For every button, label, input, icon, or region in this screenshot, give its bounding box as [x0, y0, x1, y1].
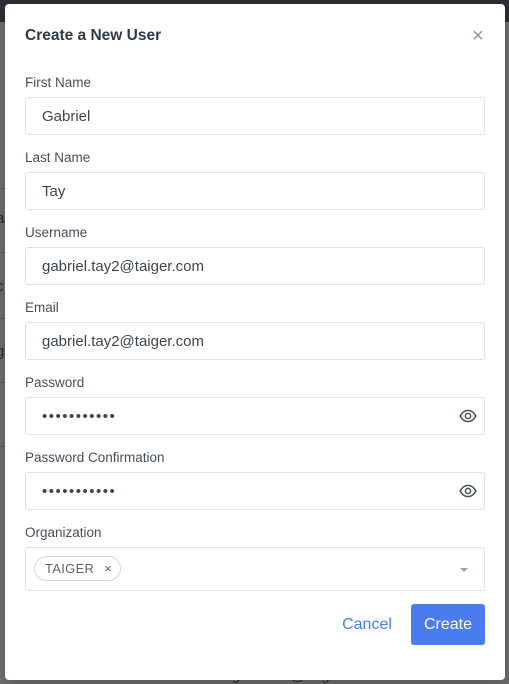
password-field: Password [25, 375, 485, 435]
create-user-dialog: Create a New User × First Name Last Name… [5, 4, 505, 680]
email-input[interactable] [26, 323, 484, 359]
last-name-field: Last Name [25, 150, 485, 210]
background-row-fragment: a [0, 210, 5, 227]
first-name-field: First Name [25, 75, 485, 135]
last-name-input-box [25, 172, 485, 210]
first-name-input[interactable] [26, 98, 484, 134]
password-confirmation-field: Password Confirmation [25, 450, 485, 510]
password-confirmation-input-box [25, 472, 485, 510]
caret-down-icon[interactable] [460, 568, 468, 572]
email-field: Email [25, 300, 485, 360]
dialog-title: Create a New User [25, 27, 162, 44]
eye-icon[interactable] [459, 407, 477, 425]
organization-label: Organization [25, 525, 102, 540]
organization-field: Organization TAIGER × [25, 525, 485, 591]
username-label: Username [25, 225, 88, 240]
last-name-input[interactable] [26, 173, 484, 209]
cancel-button[interactable]: Cancel [331, 605, 403, 645]
username-input-box [25, 247, 485, 285]
background-row-fragment: g [0, 343, 5, 360]
eye-icon[interactable] [459, 482, 477, 500]
tag-remove-icon[interactable]: × [104, 562, 112, 575]
organization-select[interactable]: TAIGER × [25, 547, 485, 591]
password-confirmation-input[interactable] [26, 473, 484, 509]
password-label: Password [25, 375, 85, 390]
password-input[interactable] [26, 398, 484, 434]
dialog-header: Create a New User × [25, 25, 485, 48]
password-input-box [25, 397, 485, 435]
close-icon[interactable]: × [466, 24, 490, 48]
organization-tag: TAIGER × [34, 556, 121, 581]
background-row-fragment: c [0, 278, 4, 295]
first-name-input-box [25, 97, 485, 135]
organization-tag-label: TAIGER [45, 561, 95, 576]
username-field: Username [25, 225, 485, 285]
email-label: Email [25, 300, 59, 315]
first-name-label: First Name [25, 75, 92, 90]
username-input[interactable] [26, 248, 484, 284]
email-input-box [25, 322, 485, 360]
last-name-label: Last Name [25, 150, 91, 165]
create-button[interactable]: Create [411, 604, 485, 645]
password-confirmation-label: Password Confirmation [25, 450, 165, 465]
